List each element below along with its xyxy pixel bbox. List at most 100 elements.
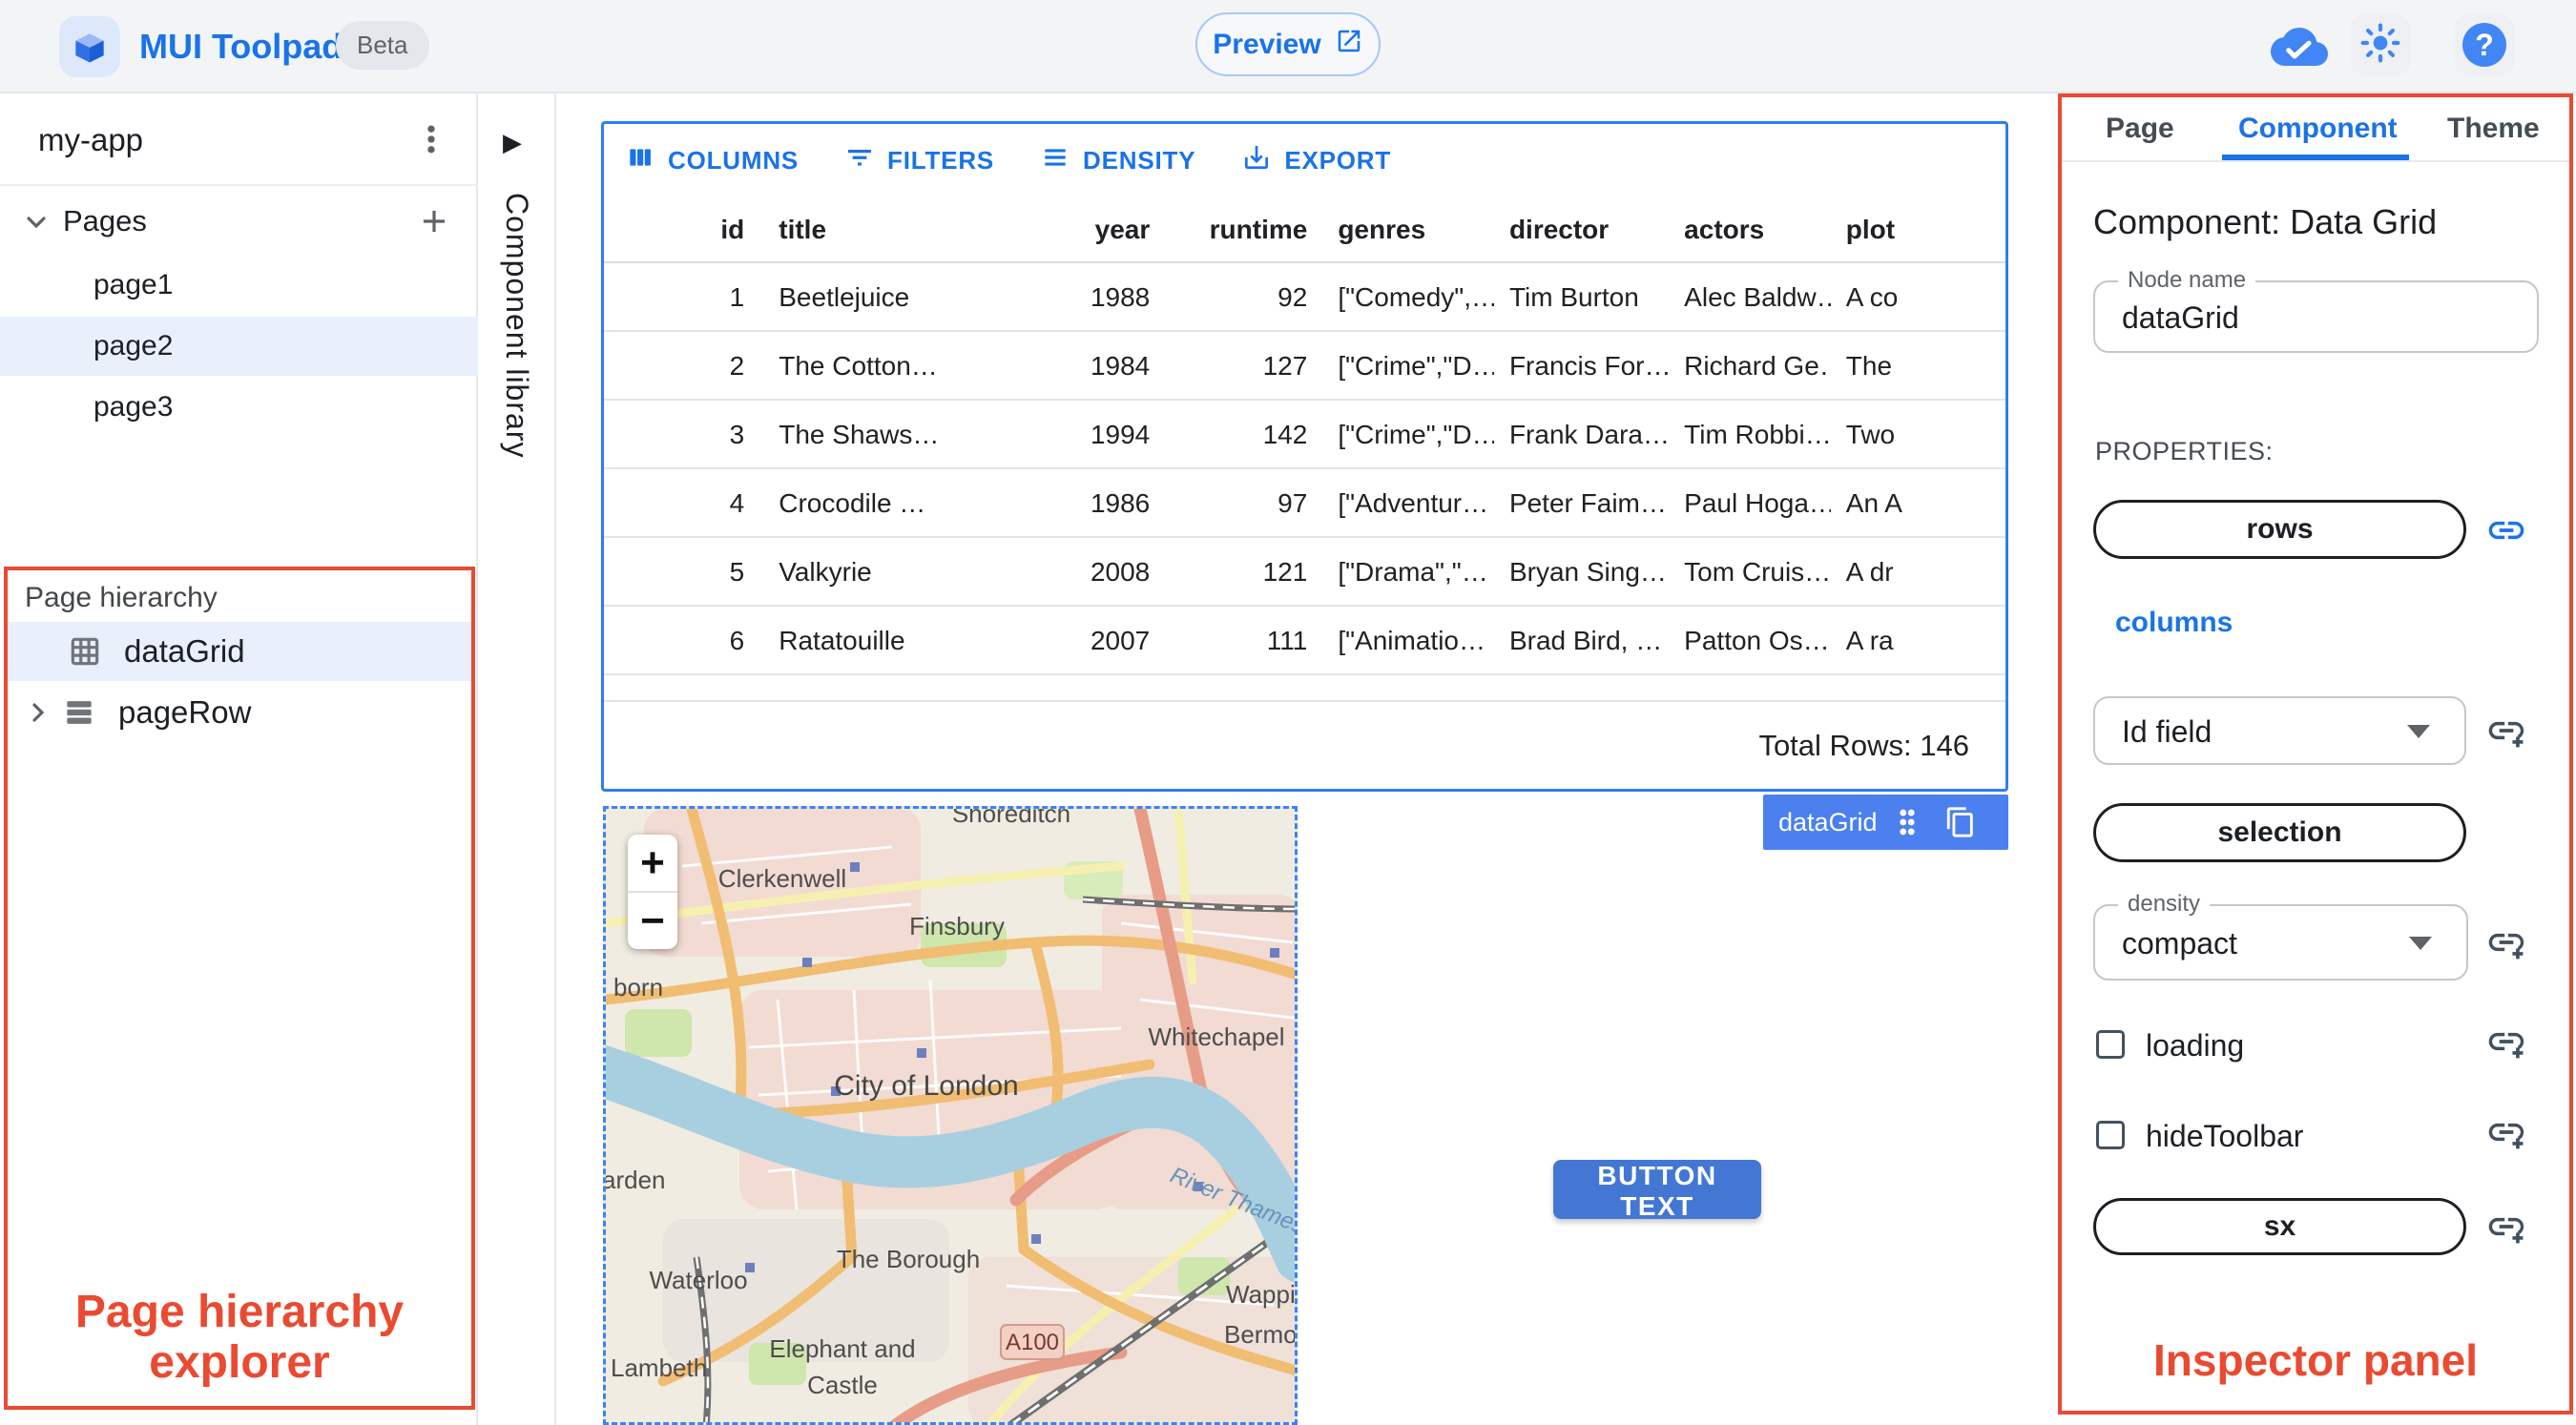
- expand-arrow-icon[interactable]: ▶: [503, 128, 522, 157]
- map-component[interactable]: A100 Shoreditch Clerkenwell Finsbury bor…: [603, 806, 1298, 1425]
- link-icon[interactable]: [2485, 509, 2527, 551]
- component-library-strip[interactable]: ▶ Component library: [478, 93, 556, 1425]
- table-row[interactable]: 4 Crocodile … 1986 97 ["Adventur… Peter …: [604, 469, 2005, 538]
- export-button-label: EXPORT: [1284, 145, 1392, 175]
- table-row[interactable]: 2 The Cotton… 1984 127 ["Crime","D… Fran…: [604, 332, 2005, 401]
- columns-property-link[interactable]: columns: [2115, 607, 2233, 639]
- datagrid-component[interactable]: COLUMNS FILTERS DENSITY EXPORT id title …: [601, 121, 2008, 792]
- cell: Tim Burton: [1493, 263, 1670, 332]
- sx-property-button[interactable]: sx: [2093, 1198, 2466, 1255]
- columns-button[interactable]: COLUMNS: [625, 142, 799, 179]
- col-header-id[interactable]: id: [604, 196, 760, 263]
- inspector-panel: Page Component Theme Component: Data Gri…: [2058, 93, 2573, 1415]
- map-label-elephant1: Elephant and: [769, 1334, 915, 1363]
- pages-section-header[interactable]: Pages: [0, 194, 478, 251]
- col-header-director[interactable]: director: [1493, 196, 1670, 263]
- cell: 1: [604, 263, 760, 332]
- chevron-right-icon: [23, 697, 53, 728]
- preview-button[interactable]: Preview: [1195, 12, 1381, 76]
- map-label-wapping: Wapping: [1226, 1280, 1298, 1309]
- tab-component[interactable]: Component: [2238, 97, 2398, 160]
- page3-label: page3: [93, 391, 174, 423]
- cell: Richard Ge…: [1669, 332, 1831, 401]
- col-header-title[interactable]: title: [759, 196, 1015, 263]
- node-name-label: Node name: [2118, 267, 2256, 294]
- node-name-field[interactable]: Node name: [2093, 267, 2539, 353]
- cell: Ratatouille: [759, 607, 1015, 675]
- tab-theme[interactable]: Theme: [2447, 97, 2540, 160]
- table-row[interactable]: 6 Ratatouille 2007 111 ["Animatio… Brad …: [604, 607, 2005, 675]
- add-link-icon[interactable]: [2485, 1111, 2527, 1153]
- grid-icon: [67, 633, 103, 670]
- cell: Beetlejuice: [759, 263, 1015, 332]
- add-link-icon[interactable]: [2485, 1206, 2527, 1248]
- theme-toggle-button[interactable]: [2350, 14, 2411, 75]
- sidebar-item-page3[interactable]: page3: [0, 378, 478, 437]
- cell: The: [1830, 332, 2005, 401]
- col-header-runtime[interactable]: runtime: [1165, 196, 1323, 263]
- hierarchy-item-pagerow[interactable]: pageRow: [8, 683, 471, 742]
- cell: Alec Baldw…: [1669, 263, 1831, 332]
- canvas-button[interactable]: BUTTON TEXT: [1553, 1160, 1761, 1221]
- datagrid-toolbar: COLUMNS FILTERS DENSITY EXPORT: [604, 124, 2005, 196]
- rows-property-button[interactable]: rows: [2093, 500, 2466, 559]
- id-field-select[interactable]: Id field: [2093, 696, 2466, 765]
- add-page-button[interactable]: [416, 203, 452, 244]
- table-row[interactable]: 1 Beetlejuice 1988 92 ["Comedy",… Tim Bu…: [604, 263, 2005, 332]
- tab-page[interactable]: Page: [2106, 97, 2174, 160]
- zoom-in-button[interactable]: +: [628, 835, 677, 893]
- sidebar-item-page2[interactable]: page2: [0, 317, 478, 376]
- duplicate-icon[interactable]: [1944, 806, 1977, 838]
- table-row[interactable]: 3 The Shaws… 1994 142 ["Crime","D… Frank…: [604, 401, 2005, 469]
- toolpad-logo-icon: [59, 16, 120, 77]
- map-label-finsbury: Finsbury: [909, 912, 1005, 940]
- filters-button[interactable]: FILTERS: [844, 142, 994, 179]
- zoom-out-button[interactable]: −: [628, 893, 677, 949]
- cell: 1986: [1014, 469, 1166, 538]
- annotation-line1: Page hierarchy: [74, 1286, 405, 1337]
- density-button[interactable]: DENSITY: [1040, 142, 1195, 179]
- loading-checkbox[interactable]: [2096, 1030, 2125, 1059]
- hidetoolbar-checkbox[interactable]: [2096, 1121, 2125, 1149]
- selection-chip-label: dataGrid: [1778, 807, 1878, 836]
- cloud-done-icon[interactable]: [2271, 24, 2328, 70]
- hierarchy-item-datagrid[interactable]: dataGrid: [8, 622, 471, 681]
- delete-icon[interactable]: [2005, 806, 2036, 838]
- selection-chip[interactable]: dataGrid: [1763, 795, 2029, 850]
- map-label-city-of-london: City of London: [834, 1070, 1018, 1102]
- properties-label: PROPERTIES:: [2095, 437, 2274, 465]
- svg-text:A100: A100: [1006, 1330, 1059, 1355]
- component-library-label: Component library: [500, 193, 534, 459]
- add-link-icon[interactable]: [2485, 710, 2527, 752]
- columns-button-label: COLUMNS: [668, 145, 800, 175]
- page1-label: page1: [93, 269, 174, 300]
- export-button[interactable]: EXPORT: [1241, 142, 1391, 179]
- add-link-icon[interactable]: [2485, 921, 2527, 963]
- cell: Francis For…: [1493, 332, 1670, 401]
- table-row[interactable]: 5 Valkyrie 2008 121 ["Drama","… Bryan Si…: [604, 538, 2005, 607]
- project-menu-button[interactable]: [412, 118, 450, 165]
- pages-section-label: Pages: [63, 204, 147, 238]
- page-hierarchy-panel: Page hierarchy dataGrid pageRow Page hie…: [4, 567, 475, 1410]
- col-header-plot[interactable]: plot: [1830, 196, 2005, 263]
- cell: 127: [1165, 332, 1323, 401]
- selection-property-button[interactable]: selection: [2093, 803, 2466, 862]
- drag-handle-icon[interactable]: [1893, 806, 1922, 838]
- add-link-icon[interactable]: [2485, 1021, 2527, 1063]
- col-header-genres[interactable]: genres: [1322, 196, 1494, 263]
- cell: 2008: [1014, 538, 1166, 607]
- help-button[interactable]: ?: [2454, 14, 2515, 75]
- cell: 1994: [1014, 401, 1166, 469]
- map-zoom-control: + −: [628, 835, 677, 949]
- launch-icon: [1335, 27, 1363, 63]
- dropdown-caret-icon: [2409, 937, 2432, 950]
- cell: 111: [1165, 607, 1323, 675]
- sidebar-item-page1[interactable]: page1: [0, 256, 478, 315]
- col-header-actors[interactable]: actors: [1669, 196, 1831, 263]
- hierarchy-pagerow-label: pageRow: [118, 694, 252, 730]
- filters-button-label: FILTERS: [887, 145, 995, 175]
- col-header-year[interactable]: year: [1014, 196, 1166, 263]
- map-image: A100 Shoreditch Clerkenwell Finsbury bor…: [606, 809, 1298, 1422]
- density-select[interactable]: density compact: [2093, 891, 2468, 981]
- cell: Two: [1830, 401, 2005, 469]
